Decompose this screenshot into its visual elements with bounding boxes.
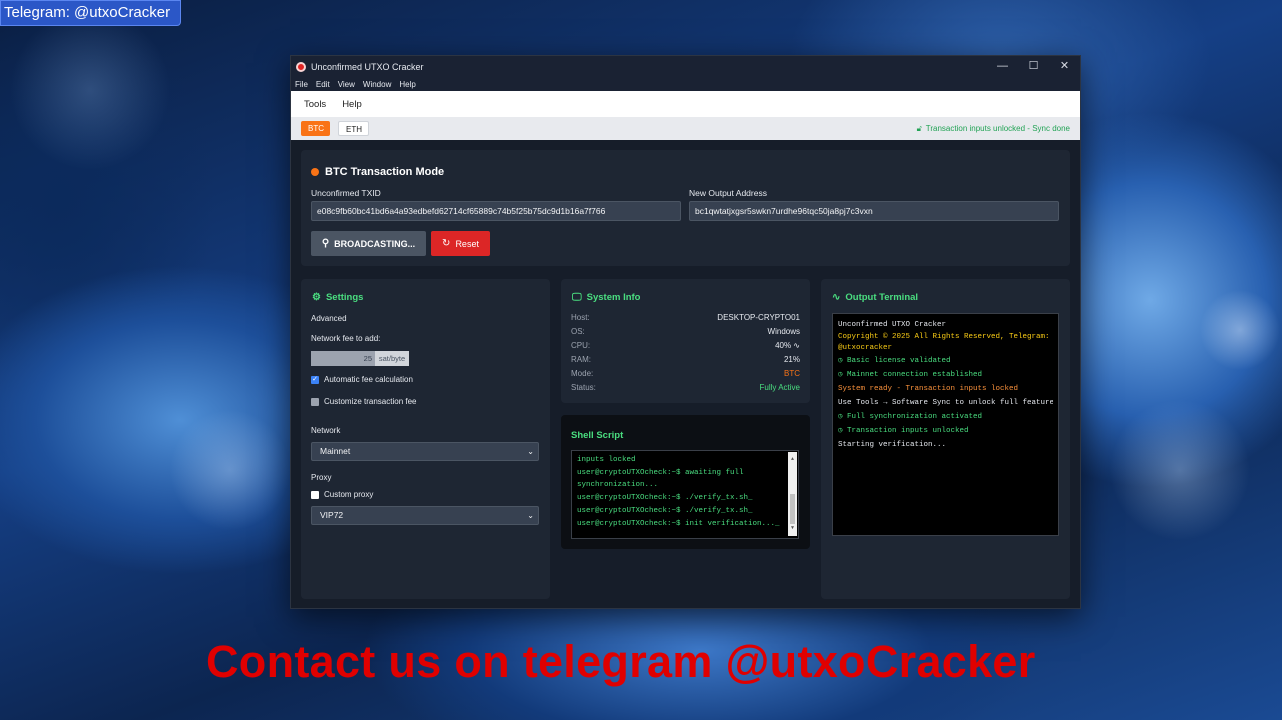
terminal-line: ◷ Basic license validated <box>838 357 951 365</box>
info-row-ram: RAM: 21% <box>571 355 800 364</box>
menu-file[interactable]: File <box>295 80 308 89</box>
menu-window[interactable]: Window <box>363 80 391 89</box>
shell-scrollbar[interactable]: ▲ ▼ <box>788 452 797 536</box>
network-label: Network <box>311 426 341 435</box>
toolbar-help[interactable]: Help <box>342 99 362 110</box>
info-row-cpu: CPU: 40% ∿ <box>571 341 800 350</box>
txid-input[interactable]: e08c9fb60bc41bd6a4a93edbefd62714cf65889c… <box>311 201 681 221</box>
window-title: Unconfirmed UTXO Cracker <box>311 61 424 72</box>
custom-fee-checkbox[interactable]: Customize transaction fee <box>311 397 417 406</box>
checkmark-icon: ✓ <box>311 375 319 384</box>
scroll-thumb[interactable] <box>790 494 795 524</box>
chevron-down-icon: ⌄ <box>527 447 534 456</box>
system-info-panel: 🖵︎ System Info Host: DESKTOP-CRYPTO01 OS… <box>561 279 810 403</box>
terminal-line: Use Tools → Software Sync to unlock full… <box>838 399 1053 407</box>
app-window: Unconfirmed UTXO Cracker — ☐ ✕ File Edit… <box>290 55 1081 609</box>
transaction-mode-card: BTC Transaction Mode Unconfirmed TXID e0… <box>301 150 1070 266</box>
output-terminal-panel: ∿ Output Terminal Unconfirmed UTXO Crack… <box>821 279 1070 599</box>
toolbar-tools[interactable]: Tools <box>304 99 326 110</box>
fee-unit: sat/byte <box>375 351 409 366</box>
proxy-select[interactable]: VIP72 ⌄ <box>311 506 539 525</box>
info-row-status: Status: Fully Active <box>571 383 800 392</box>
app-toolbar: Tools Help <box>291 91 1080 117</box>
tab-btc[interactable]: BTC <box>301 121 330 136</box>
address-input[interactable]: bc1qwtatjxgsr5swkn7urdhe96tqc50ja8pj7c3v… <box>689 201 1059 221</box>
auto-fee-checkbox[interactable]: ✓ Automatic fee calculation <box>311 375 413 384</box>
network-select[interactable]: Mainnet ⌄ <box>311 442 539 461</box>
maximize-button[interactable]: ☐ <box>1018 56 1049 77</box>
main-content: BTC Transaction Mode Unconfirmed TXID e0… <box>291 140 1080 608</box>
title-bar[interactable]: Unconfirmed UTXO Cracker — ☐ ✕ <box>291 56 1080 77</box>
menu-edit[interactable]: Edit <box>316 80 330 89</box>
txid-label: Unconfirmed TXID <box>311 188 381 198</box>
mode-title: BTC Transaction Mode <box>311 166 444 178</box>
shell-line: user@cryptoUTXOcheck:~$ ./verify_tx.sh_ <box>577 507 753 515</box>
gear-icon: ⚙ <box>312 292 321 303</box>
custom-proxy-checkbox[interactable]: Custom proxy <box>311 490 373 499</box>
settings-title: ⚙ Settings <box>312 292 364 303</box>
scroll-up-icon[interactable]: ▲ <box>788 453 797 465</box>
info-row-os: OS: Windows <box>571 327 800 336</box>
terminal-line: Starting verification... <box>838 441 947 449</box>
chain-tabs: BTC ETH 🔓︎ Transaction inputs unlocked - … <box>291 117 1080 140</box>
activity-icon: ∿ <box>832 292 841 303</box>
fee-input[interactable]: 25 sat/byte <box>311 351 409 366</box>
info-row-mode: Mode: BTC <box>571 369 800 378</box>
settings-panel: ⚙ Settings Advanced Network fee to add: … <box>301 279 550 599</box>
terminal-line: ◷ Mainnet connection established <box>838 371 983 379</box>
address-label: New Output Address <box>689 188 767 198</box>
menu-bar: File Edit View Window Help <box>291 77 1080 91</box>
fee-value[interactable]: 25 <box>311 351 375 366</box>
broadcast-button[interactable]: ⚲ BROADCASTING... <box>311 231 426 256</box>
terminal-output[interactable]: Unconfirmed UTXO Cracker Copyright © 202… <box>832 313 1059 536</box>
btc-dot-icon <box>311 168 319 176</box>
terminal-line: Unconfirmed UTXO Cracker <box>838 321 947 329</box>
terminal-line: ◷ Full synchronization activated <box>838 413 983 421</box>
monitor-icon: 🖵︎ <box>572 292 582 303</box>
sync-status: 🔓︎ Transaction inputs unlocked - Sync don… <box>917 117 1070 140</box>
sync-status-text: Transaction inputs unlocked - Sync done <box>925 124 1070 133</box>
proxy-label: Proxy <box>311 473 332 482</box>
unlock-icon: 🔓︎ <box>916 124 922 133</box>
menu-help[interactable]: Help <box>399 80 415 89</box>
unchecked-box-icon <box>311 397 319 406</box>
telegram-badge: Telegram: @utxoCracker <box>0 0 181 26</box>
unchecked-box-icon <box>311 490 319 499</box>
system-info-title: 🖵︎ System Info <box>572 292 641 303</box>
terminal-title: ∿ Output Terminal <box>832 292 919 303</box>
reset-button[interactable]: ↻ Reset <box>431 231 490 256</box>
menu-view[interactable]: View <box>338 80 355 89</box>
terminal-line: ◷ Transaction inputs unlocked <box>838 427 969 435</box>
shell-line: user@cryptoUTXOcheck:~$ init verificatio… <box>577 520 780 528</box>
minimize-button[interactable]: — <box>987 56 1018 77</box>
terminal-line: System ready - Transaction inputs locked <box>838 385 1019 393</box>
shell-script-panel: Shell Script inputs locked user@cryptoUT… <box>561 415 810 549</box>
fee-label: Network fee to add: <box>311 334 381 343</box>
chevron-down-icon: ⌄ <box>527 511 534 520</box>
tab-eth[interactable]: ETH <box>338 121 369 136</box>
app-logo-icon <box>296 61 306 72</box>
shell-line: inputs locked <box>577 456 636 464</box>
advanced-label: Advanced <box>311 314 347 323</box>
info-row-host: Host: DESKTOP-CRYPTO01 <box>571 313 800 322</box>
shell-output[interactable]: inputs locked user@cryptoUTXOcheck:~$ aw… <box>571 450 799 539</box>
close-button[interactable]: ✕ <box>1049 56 1080 77</box>
refresh-icon: ↻ <box>442 238 451 249</box>
search-icon: ⚲ <box>321 238 330 249</box>
shell-title: Shell Script <box>571 430 624 441</box>
shell-line: user@cryptoUTXOcheck:~$ awaiting full sy… <box>577 469 744 489</box>
shell-line: user@cryptoUTXOcheck:~$ ./verify_tx.sh_ <box>577 494 753 502</box>
terminal-line: Copyright © 2025 All Rights Reserved, Te… <box>838 333 1050 352</box>
scroll-down-icon[interactable]: ▼ <box>788 522 797 534</box>
contact-overlay-text: Contact us on telegram @utxoCracker <box>206 636 1036 687</box>
